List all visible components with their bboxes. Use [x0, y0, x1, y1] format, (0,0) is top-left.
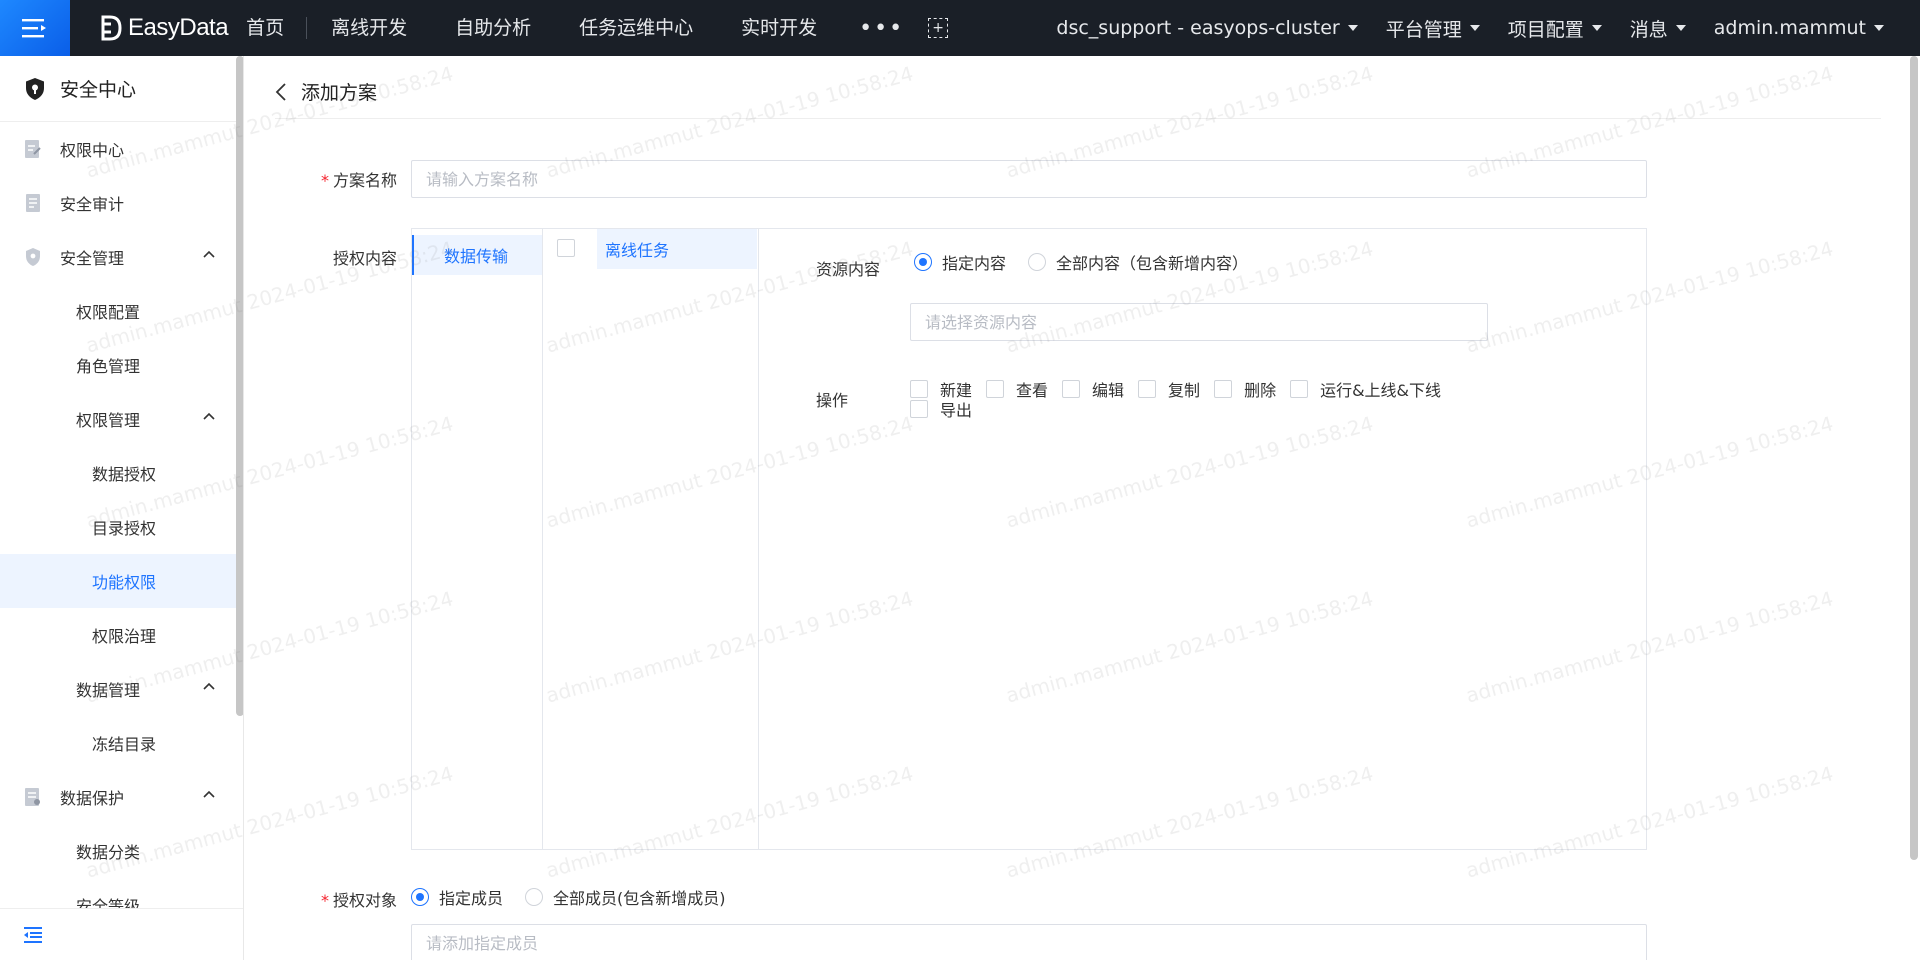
operations-label: 操作 [816, 391, 849, 410]
nav-self-analysis[interactable]: 自助分析 [431, 0, 555, 56]
permission-doc-icon [24, 139, 46, 159]
brand-logo[interactable]: EasyData [100, 14, 229, 42]
sidebar-item-function-permission[interactable]: 功能权限 [0, 554, 243, 608]
nav-realtime-dev[interactable]: 实时开发 [717, 0, 841, 56]
chevron-up-icon [203, 250, 215, 258]
target-radio-group: 指定成员 全部成员(包含新增成员) [411, 885, 748, 909]
back-arrow-icon[interactable] [275, 82, 287, 102]
target-all-radio[interactable]: 全部成员(包含新增成员) [525, 885, 726, 909]
op-create-checkbox[interactable]: 新建 [910, 379, 972, 400]
resource-radio-group: 指定内容 全部内容（包含新增内容） [914, 250, 1270, 274]
sidebar-title: 安全中心 [60, 79, 137, 101]
resource-content-label: 资源内容 [816, 260, 881, 279]
caret-down-icon [1675, 25, 1686, 31]
subcategory-column: 离线任务 [543, 229, 759, 849]
nav-more-button[interactable]: ••• [841, 16, 922, 41]
auth-content-panel: 数据传输 离线任务 资源内容 指定内容 全部内容（包含新增内容） 操作 新建 查… [411, 228, 1647, 850]
page-title: 添加方案 [301, 82, 378, 104]
add-nav-icon[interactable]: + [928, 18, 949, 38]
sidebar-item-role-management[interactable]: 角色管理 [0, 338, 243, 392]
op-run-online-offline-checkbox[interactable]: 运行&上线&下线 [1290, 379, 1441, 400]
shield-icon [24, 247, 46, 267]
header-right-menus: dsc_support - easyops-cluster 平台管理 项目配置 … [1028, 0, 1920, 56]
sidebar-item-permission-governance[interactable]: 权限治理 [0, 608, 243, 662]
sidebar-item-data-protection[interactable]: 数据保护 [0, 770, 243, 824]
radio-dot [914, 253, 932, 271]
nav-home[interactable]: 首页 [246, 17, 308, 39]
radio-dot [411, 888, 429, 906]
operations-checkbox-group: 新建 查看 编辑 复制 删除 运行&上线&下线 导出 [910, 379, 1530, 420]
brand-name: EasyData [128, 14, 229, 41]
scheme-name-input[interactable] [411, 160, 1647, 198]
resource-specified-radio[interactable]: 指定内容 [914, 250, 1006, 274]
resource-content-select[interactable] [910, 303, 1488, 341]
sidebar-scrollbar[interactable] [236, 56, 243, 716]
category-item-data-transfer[interactable]: 数据传输 [412, 235, 542, 275]
nav-offline-dev[interactable]: 离线开发 [307, 0, 431, 56]
sidebar-item-data-management[interactable]: 数据管理 [0, 662, 243, 716]
user-menu[interactable]: admin.mammut [1686, 17, 1920, 39]
messages-menu[interactable]: 消息 [1602, 15, 1686, 42]
chevron-up-icon [203, 412, 215, 420]
scheme-name-label: * 方案名称 [320, 171, 397, 190]
nav-task-ops[interactable]: 任务运维中心 [555, 0, 717, 56]
auth-target-label: * 授权对象 [320, 891, 397, 910]
resource-all-radio[interactable]: 全部内容（包含新增内容） [1028, 250, 1248, 274]
radio-dot [1028, 253, 1047, 271]
platform-menu[interactable]: 平台管理 [1358, 15, 1480, 42]
data-protection-icon [24, 787, 46, 807]
op-view-checkbox[interactable]: 查看 [986, 379, 1048, 400]
main-nav: 首页 离线开发 自助分析 任务运维中心 实时开发 ••• + [246, 0, 949, 56]
sidebar-item-security-management[interactable]: 安全管理 [0, 230, 243, 284]
caret-down-icon [1874, 25, 1884, 31]
sidebar-item-frozen-directory[interactable]: 冻结目录 [0, 716, 243, 770]
sidebar-item-permission-center[interactable]: 权限中心 [0, 122, 243, 176]
op-export-checkbox[interactable]: 导出 [910, 399, 972, 420]
sidebar-item-directory-authorization[interactable]: 目录授权 [0, 500, 243, 554]
security-shield-icon [26, 77, 44, 100]
sidebar-item-data-classification[interactable]: 数据分类 [0, 824, 243, 878]
header-divider [275, 118, 1881, 119]
cluster-select[interactable]: dsc_support - easyops-cluster [1028, 17, 1358, 39]
sidebar-item-permission-management[interactable]: 权限管理 [0, 392, 243, 446]
menu-icon [22, 19, 46, 38]
audit-doc-icon [24, 193, 46, 213]
caret-down-icon [1591, 25, 1602, 31]
main-scrollbar[interactable] [1910, 56, 1918, 860]
top-bar: EasyData 首页 离线开发 自助分析 任务运维中心 实时开发 ••• + … [0, 0, 1920, 56]
caret-down-icon [1347, 25, 1358, 31]
project-menu[interactable]: 项目配置 [1480, 15, 1602, 42]
chevron-up-icon [203, 682, 215, 690]
target-members-input[interactable] [411, 924, 1647, 960]
caret-down-icon [1469, 25, 1480, 31]
op-copy-checkbox[interactable]: 复制 [1138, 379, 1200, 400]
sidebar-item-data-authorization[interactable]: 数据授权 [0, 446, 243, 500]
radio-dot [525, 888, 544, 906]
sidebar-item-security-audit[interactable]: 安全审计 [0, 176, 243, 230]
sidebar-collapse-button[interactable] [0, 908, 243, 960]
op-edit-checkbox[interactable]: 编辑 [1062, 379, 1124, 400]
category-column: 数据传输 [412, 229, 543, 849]
easydata-logo-icon [101, 15, 122, 41]
collapse-menu-icon [24, 926, 42, 943]
hamburger-menu-button[interactable] [0, 0, 70, 56]
subcategory-item-offline-task[interactable]: 离线任务 [557, 229, 757, 269]
chevron-up-icon [203, 790, 215, 798]
main-content: 添加方案 *方案名称 授权内容 数据传输 离线任务 资源内容 指定内容 全部内容… [245, 56, 1920, 960]
sidebar: 安全中心 权限中心 安全审计 安全管理 权限配置 角色管理 权限管理 数据授权 … [0, 56, 244, 960]
op-delete-checkbox[interactable]: 删除 [1214, 379, 1276, 400]
auth-content-label: 授权内容 [332, 249, 397, 268]
target-specified-radio[interactable]: 指定成员 [411, 885, 503, 909]
resource-settings-column: 资源内容 指定内容 全部内容（包含新增内容） 操作 新建 查看 编辑 复制 删除… [760, 229, 1646, 849]
page-header: 添加方案 [275, 78, 377, 105]
subcategory-checkbox[interactable] [557, 239, 575, 257]
sidebar-header: 安全中心 [0, 56, 243, 122]
sidebar-item-permission-config[interactable]: 权限配置 [0, 284, 243, 338]
